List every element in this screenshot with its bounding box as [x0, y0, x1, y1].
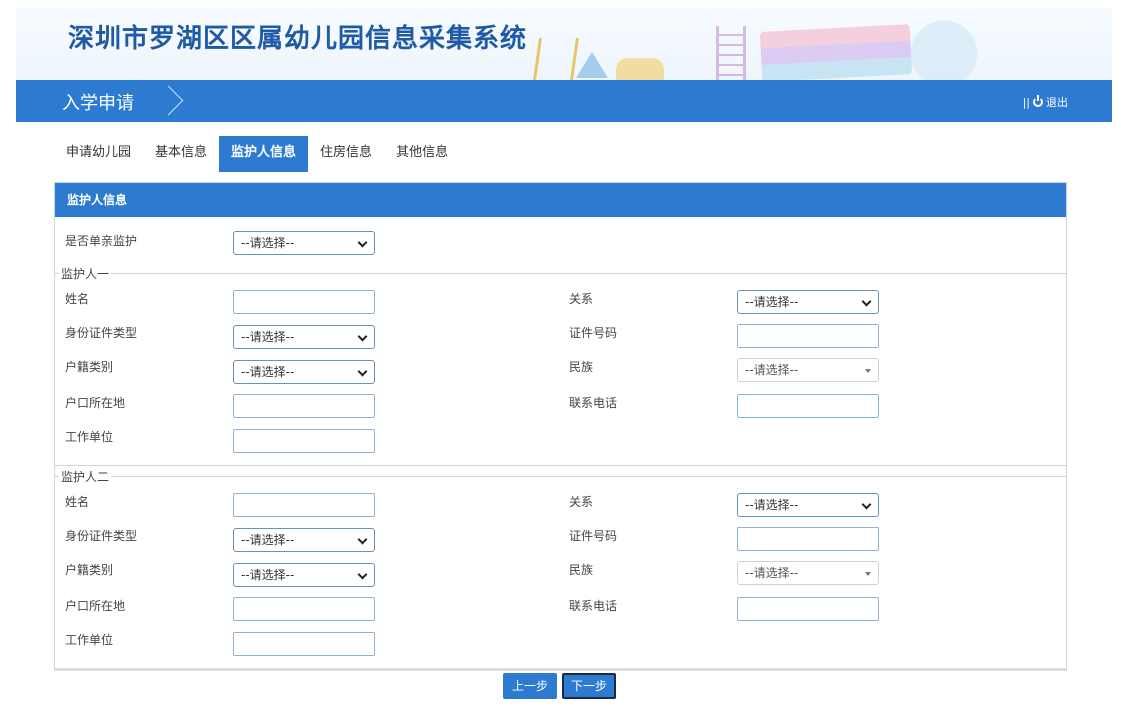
guardian-two-work-unit-input[interactable]: [233, 632, 375, 656]
relation-label: 关系: [569, 292, 594, 306]
guardian-one-legend: 监护人一: [59, 265, 112, 282]
system-title: 深圳市罗湖区区属幼儿园信息采集系统: [68, 24, 528, 54]
decoration-ladder-illustration: [716, 26, 746, 80]
guardian-two-name-input[interactable]: [233, 493, 375, 517]
single-parent-select[interactable]: --请选择--: [233, 231, 375, 255]
hukou-type-label: 户籍类别: [65, 563, 114, 577]
guardian-one-name-input[interactable]: [233, 290, 375, 314]
section-title: 入学申请: [62, 93, 134, 114]
guardian-two-legend: 监护人二: [59, 468, 112, 485]
guardian-one-relation-select[interactable]: --请选择--: [737, 290, 879, 314]
ethnicity-label: 民族: [569, 360, 594, 374]
guardian-two-phone-input[interactable]: [737, 597, 879, 621]
panel-heading: 监护人信息: [55, 183, 1066, 217]
tab-basic-info[interactable]: 基本信息: [143, 136, 219, 172]
power-icon: [1033, 95, 1043, 107]
guardian-one-phone-input[interactable]: [737, 394, 879, 418]
id-type-label: 身份证件类型: [65, 529, 138, 543]
footer-divider: [54, 668, 1067, 671]
nav-bar: 入学申请 || 退出: [16, 80, 1112, 122]
guardian-one-id-number-input[interactable]: [737, 324, 879, 348]
guardian-two-id-number-input[interactable]: [737, 527, 879, 551]
name-label: 姓名: [65, 495, 90, 509]
tab-apply-kindergarten[interactable]: 申请幼儿园: [54, 136, 143, 172]
hukou-type-label: 户籍类别: [65, 360, 114, 374]
guardian-one-hukou-type-select[interactable]: --请选择--: [233, 360, 375, 384]
decoration-cloud-illustration: [896, 14, 1016, 80]
tab-bar: 申请幼儿园 基本信息 监护人信息 住房信息 其他信息: [54, 136, 460, 172]
tab-housing-info[interactable]: 住房信息: [308, 136, 384, 172]
decoration-plant-illustration: [616, 58, 664, 80]
guardian-one-id-type-select[interactable]: --请选择--: [233, 325, 375, 349]
prev-step-button[interactable]: 上一步: [503, 673, 557, 699]
guardian-two-hukou-location-input[interactable]: [233, 597, 375, 621]
decoration-tent-illustration: [576, 52, 608, 78]
guardian-one-fieldset: 监护人一 姓名 关系 --请选择-- 身份证件类型 --请选择-- 证件号码 户…: [55, 265, 1066, 466]
logout-link[interactable]: || 退出: [1023, 94, 1068, 110]
logout-label: 退出: [1046, 96, 1068, 109]
guardian-one-work-unit-input[interactable]: [233, 429, 375, 453]
decoration-books-illustration: [759, 24, 913, 80]
name-label: 姓名: [65, 292, 90, 306]
guardian-panel: 监护人信息 是否单亲监护 --请选择-- 监护人一 姓名 关系 --请选择-- …: [54, 182, 1067, 670]
guardian-two-id-type-select[interactable]: --请选择--: [233, 528, 375, 552]
chevron-right-icon: [158, 86, 180, 116]
guardian-two-fieldset: 监护人二 姓名 关系 --请选择-- 身份证件类型 --请选择-- 证件号码 户…: [55, 468, 1066, 669]
separator-text: ||: [1022, 95, 1030, 109]
relation-label: 关系: [569, 495, 594, 509]
id-number-label: 证件号码: [569, 529, 618, 543]
next-step-button[interactable]: 下一步: [562, 673, 616, 699]
work-unit-label: 工作单位: [65, 430, 114, 444]
guardian-two-hukou-type-select[interactable]: --请选择--: [233, 563, 375, 587]
guardian-two-relation-select[interactable]: --请选择--: [737, 493, 879, 517]
phone-label: 联系电话: [569, 396, 618, 410]
header-banner: 深圳市罗湖区区属幼儿园信息采集系统: [16, 8, 1112, 80]
ethnicity-label: 民族: [569, 563, 594, 577]
id-type-label: 身份证件类型: [65, 326, 138, 340]
guardian-one-hukou-location-input[interactable]: [233, 394, 375, 418]
single-parent-label: 是否单亲监护: [65, 234, 138, 248]
work-unit-label: 工作单位: [65, 633, 114, 647]
tab-guardian-info[interactable]: 监护人信息: [219, 136, 309, 172]
hukou-location-label: 户口所在地: [65, 599, 126, 613]
guardian-two-ethnicity-select[interactable]: --请选择--: [737, 561, 879, 585]
tab-other-info[interactable]: 其他信息: [384, 136, 460, 172]
phone-label: 联系电话: [569, 599, 618, 613]
hukou-location-label: 户口所在地: [65, 396, 126, 410]
guardian-one-ethnicity-select[interactable]: --请选择--: [737, 358, 879, 382]
id-number-label: 证件号码: [569, 326, 618, 340]
decoration-tower-illustration: [533, 38, 579, 80]
